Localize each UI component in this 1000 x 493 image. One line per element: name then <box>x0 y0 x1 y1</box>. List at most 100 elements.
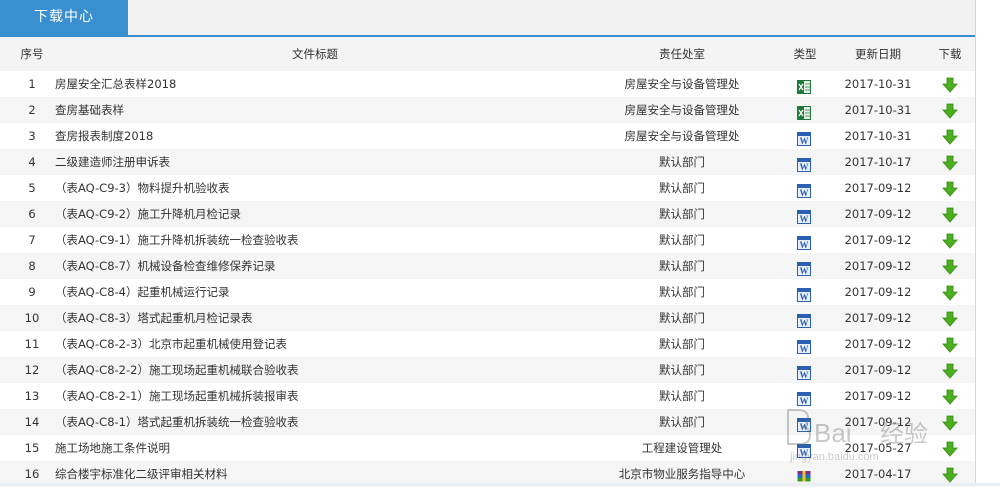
responsible-department: 默认部门 <box>659 259 705 273</box>
file-type: W <box>795 331 815 357</box>
file-type: W <box>795 149 815 175</box>
download-button[interactable] <box>940 331 960 357</box>
svg-text:W: W <box>800 240 809 250</box>
file-title-link[interactable]: 施工场地施工条件说明 <box>55 435 575 461</box>
download-arrow-icon[interactable] <box>942 128 958 145</box>
excel-file-icon <box>797 77 811 94</box>
download-arrow-icon[interactable] <box>942 466 958 483</box>
tab-download-center[interactable]: 下载中心 <box>0 0 128 35</box>
download-arrow-icon[interactable] <box>942 232 958 249</box>
update-date: 2017-09-12 <box>844 337 912 351</box>
word-file-icon: W <box>797 285 811 302</box>
responsible-department: 默认部门 <box>659 337 705 351</box>
download-button[interactable] <box>940 71 960 97</box>
row-number: 11 <box>24 337 40 351</box>
download-arrow-icon[interactable] <box>942 362 958 379</box>
table-row: 7 （表AQ-C9-1）施工升降机拆装统一检查验收表 默认部门 W 2017-09-12 <box>0 227 975 253</box>
download-arrow-icon[interactable] <box>942 102 958 119</box>
responsible-department: 默认部门 <box>659 389 705 403</box>
row-number: 7 <box>28 233 36 247</box>
update-date: 2017-10-17 <box>844 155 912 169</box>
download-button[interactable] <box>940 227 960 253</box>
download-arrow-icon[interactable] <box>942 76 958 93</box>
file-type: W <box>795 409 815 435</box>
responsible-department: 默认部门 <box>659 311 705 325</box>
download-button[interactable] <box>940 201 960 227</box>
file-title-link[interactable]: 二级建造师注册申诉表 <box>55 149 575 175</box>
file-title-link[interactable]: （表AQ-C9-2）施工升降机月检记录 <box>55 201 575 227</box>
file-title-link[interactable]: （表AQ-C8-2-1）施工现场起重机械拆装报审表 <box>55 383 575 409</box>
table-row: 13 （表AQ-C8-2-1）施工现场起重机械拆装报审表 默认部门 W 2017-09-… <box>0 383 975 409</box>
file-type: W <box>795 383 815 409</box>
update-date: 2017-09-12 <box>844 259 912 273</box>
file-type: W <box>795 305 815 331</box>
file-title-link[interactable]: （表AQ-C8-2-2）施工现场起重机械联合验收表 <box>55 357 575 383</box>
download-button[interactable] <box>940 305 960 331</box>
responsible-department: 房屋安全与设备管理处 <box>624 129 740 143</box>
download-arrow-icon[interactable] <box>942 336 958 353</box>
download-button[interactable] <box>940 279 960 305</box>
download-arrow-icon[interactable] <box>942 310 958 327</box>
file-title-link[interactable]: 查房报表制度2018 <box>55 123 575 149</box>
file-type: W <box>795 227 815 253</box>
download-arrow-icon[interactable] <box>942 180 958 197</box>
update-date: 2017-09-12 <box>844 311 912 325</box>
file-title-link[interactable]: （表AQ-C8-7）机械设备检查维修保养记录 <box>55 253 575 279</box>
download-button[interactable] <box>940 149 960 175</box>
file-title-link[interactable]: 房屋安全汇总表样2018 <box>55 71 575 97</box>
responsible-department: 工程建设管理处 <box>641 441 723 455</box>
download-arrow-icon[interactable] <box>942 440 958 457</box>
tab-bar: 下载中心 <box>0 0 975 37</box>
responsible-department: 默认部门 <box>659 181 705 195</box>
file-type: W <box>795 357 815 383</box>
download-button[interactable] <box>940 175 960 201</box>
file-type: W <box>795 175 815 201</box>
row-number: 4 <box>28 155 36 169</box>
download-arrow-icon[interactable] <box>942 414 958 431</box>
download-button[interactable] <box>940 409 960 435</box>
download-arrow-icon[interactable] <box>942 258 958 275</box>
file-title-link[interactable]: （表AQ-C8-4）起重机械运行记录 <box>55 279 575 305</box>
download-button[interactable] <box>940 435 960 461</box>
download-arrow-icon[interactable] <box>942 206 958 223</box>
responsible-department: 默认部门 <box>659 285 705 299</box>
update-date: 2017-05-27 <box>844 441 912 455</box>
update-date: 2017-09-12 <box>844 181 912 195</box>
download-arrow-icon[interactable] <box>942 154 958 171</box>
word-file-icon: W <box>797 259 811 276</box>
svg-text:W: W <box>800 266 809 276</box>
svg-text:W: W <box>800 448 809 458</box>
download-button[interactable] <box>940 253 960 279</box>
file-title-link[interactable]: （表AQ-C8-3）塔式起重机月检记录表 <box>55 305 575 331</box>
file-title-link[interactable]: （表AQ-C8-1）塔式起重机拆装统一检查验收表 <box>55 409 575 435</box>
table-row: 1 房屋安全汇总表样2018 房屋安全与设备管理处 2017-10-31 <box>0 71 975 97</box>
download-button[interactable] <box>940 123 960 149</box>
responsible-department: 默认部门 <box>659 363 705 377</box>
table-row: 15 施工场地施工条件说明 工程建设管理处 W 2017-05-27 <box>0 435 975 461</box>
file-type <box>795 71 815 97</box>
download-button[interactable] <box>940 97 960 123</box>
responsible-department: 房屋安全与设备管理处 <box>624 77 740 91</box>
word-file-icon: W <box>797 233 811 250</box>
row-number: 3 <box>28 129 36 143</box>
table-row: 14 （表AQ-C8-1）塔式起重机拆装统一检查验收表 默认部门 W 2017-09-1… <box>0 409 975 435</box>
download-arrow-icon[interactable] <box>942 284 958 301</box>
file-type: W <box>795 279 815 305</box>
table-row: 9 （表AQ-C8-4）起重机械运行记录 默认部门 W 2017-09-12 <box>0 279 975 305</box>
header-num: 序号 <box>20 47 44 61</box>
file-title-link[interactable]: （表AQ-C9-3）物料提升机验收表 <box>55 175 575 201</box>
download-button[interactable] <box>940 357 960 383</box>
table-row: 4 二级建造师注册申诉表 默认部门 W 2017-10-17 <box>0 149 975 175</box>
row-number: 6 <box>28 207 36 221</box>
table-row: 2 查房基础表样 房屋安全与设备管理处 2017-10-31 <box>0 97 975 123</box>
table-row: 5 （表AQ-C9-3）物料提升机验收表 默认部门 W 2017-09-12 <box>0 175 975 201</box>
word-file-icon: W <box>797 337 811 354</box>
file-title-link[interactable]: （表AQ-C8-2-3）北京市起重机械使用登记表 <box>55 331 575 357</box>
row-number: 12 <box>24 363 40 377</box>
download-button[interactable] <box>940 383 960 409</box>
file-title-link[interactable]: 查房基础表样 <box>55 97 575 123</box>
table-row: 8 （表AQ-C8-7）机械设备检查维修保养记录 默认部门 W 2017-09-12 <box>0 253 975 279</box>
file-title-link[interactable]: （表AQ-C9-1）施工升降机拆装统一检查验收表 <box>55 227 575 253</box>
download-arrow-icon[interactable] <box>942 388 958 405</box>
update-date: 2017-10-31 <box>844 77 912 91</box>
